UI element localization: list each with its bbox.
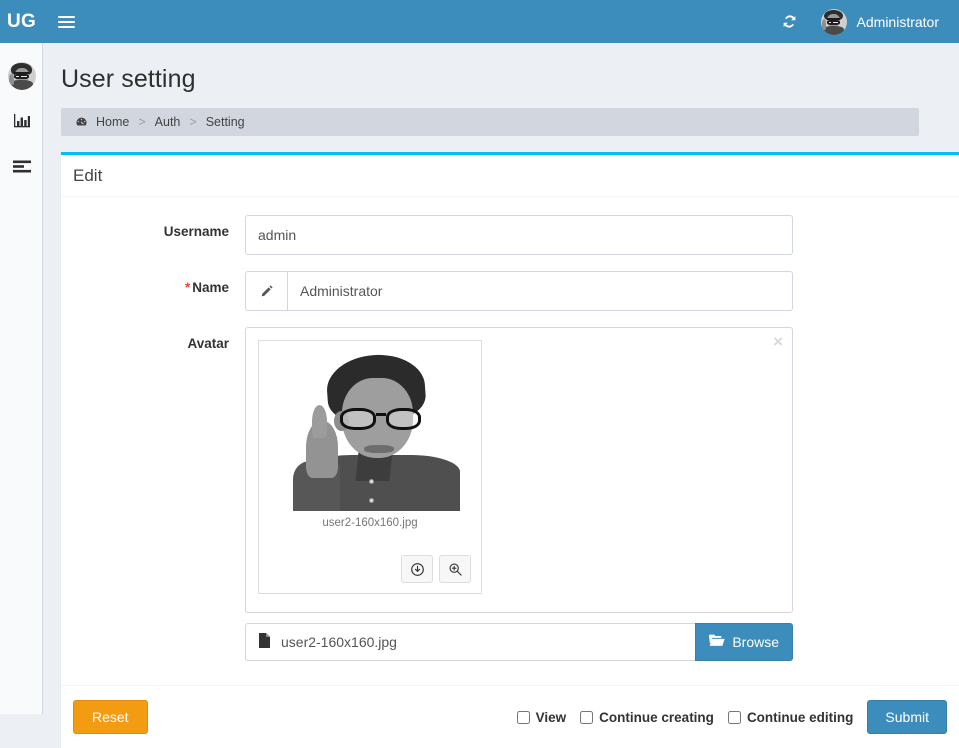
form-group-name: * Name bbox=[73, 271, 947, 311]
submit-button[interactable]: Submit bbox=[867, 700, 947, 734]
name-label: * Name bbox=[73, 271, 245, 295]
name-input-group bbox=[245, 271, 793, 311]
magnifier-plus-icon[interactable] bbox=[439, 555, 471, 583]
footer-actions: View Continue creating Continue editing … bbox=[516, 700, 947, 734]
pencil-icon bbox=[245, 271, 287, 311]
username-input[interactable] bbox=[245, 215, 793, 255]
menu-toggle-button[interactable] bbox=[43, 0, 89, 43]
username-label: Username bbox=[163, 224, 229, 239]
checkbox-view-label: View bbox=[535, 709, 567, 725]
edit-box-footer: Reset View Continue creating Continue ed… bbox=[61, 685, 959, 748]
bar-chart-icon bbox=[13, 112, 31, 133]
sidebar-item-profile[interactable] bbox=[0, 43, 43, 99]
breadcrumb-separator: > bbox=[138, 115, 146, 129]
checkbox-continue-editing[interactable]: Continue editing bbox=[727, 709, 854, 725]
edit-box-title: Edit bbox=[73, 165, 103, 185]
top-header-bar: UG Administrator bbox=[0, 0, 959, 43]
close-icon[interactable]: × bbox=[773, 333, 783, 350]
avatar-file-name: user2-160x160.jpg bbox=[281, 634, 397, 650]
reset-button[interactable]: Reset bbox=[73, 700, 148, 734]
user-avatar-icon bbox=[7, 62, 36, 90]
name-field-wrap bbox=[245, 271, 793, 311]
avatar-image bbox=[263, 345, 477, 511]
checkbox-continue-editing-input[interactable] bbox=[727, 710, 741, 724]
checkbox-continue-creating-label: Continue creating bbox=[599, 709, 714, 725]
avatar-file-field[interactable]: user2-160x160.jpg bbox=[245, 623, 696, 661]
breadcrumb: Home > Auth > Setting bbox=[61, 108, 919, 136]
top-header-right: Administrator bbox=[773, 0, 959, 43]
browse-button-label: Browse bbox=[732, 634, 779, 650]
form-group-avatar: Avatar × user2-160x160.jpg user2-160x160… bbox=[73, 327, 947, 661]
page-title: User setting bbox=[61, 65, 196, 93]
edit-box: Edit Username *Name bbox=[61, 152, 959, 748]
checkbox-continue-creating-input[interactable] bbox=[580, 710, 594, 724]
main-content: User setting Home > Auth > Setting Edit … bbox=[43, 43, 959, 748]
sidebar-item-statistics[interactable] bbox=[0, 99, 43, 145]
download-circle-icon[interactable] bbox=[401, 555, 433, 583]
name-label-text: Name bbox=[192, 280, 229, 295]
checkbox-continue-creating[interactable]: Continue creating bbox=[580, 710, 714, 725]
list-align-icon bbox=[12, 160, 31, 177]
required-marker: * bbox=[184, 280, 191, 295]
avatar-label: Avatar bbox=[187, 336, 229, 351]
avatar-thumbnail: user2-160x160.jpg bbox=[258, 340, 482, 594]
breadcrumb-item-auth[interactable]: Auth bbox=[155, 115, 181, 129]
breadcrumb-item-setting: Setting bbox=[205, 115, 245, 129]
brand-logo[interactable]: UG bbox=[0, 0, 43, 43]
checkbox-continue-editing-label: Continue editing bbox=[746, 709, 854, 725]
hamburger-icon bbox=[57, 13, 75, 31]
avatar-file-caption: user2-160x160.jpg bbox=[322, 517, 418, 529]
user-menu[interactable]: Administrator bbox=[807, 0, 943, 43]
checkbox-view[interactable]: View bbox=[516, 709, 567, 725]
edit-box-body: Username *Name bbox=[61, 197, 959, 685]
sync-icon[interactable] bbox=[773, 0, 807, 43]
sidebar-item-list[interactable] bbox=[0, 145, 43, 191]
form-group-username: Username bbox=[73, 215, 947, 255]
dashboard-icon bbox=[75, 116, 88, 129]
left-sidebar bbox=[0, 43, 43, 714]
user-name-label: Administrator bbox=[856, 13, 939, 30]
breadcrumb-separator: > bbox=[189, 115, 197, 129]
checkbox-view-input[interactable] bbox=[516, 710, 530, 724]
file-icon bbox=[258, 633, 271, 651]
avatar-file-input-row: user2-160x160.jpg Browse bbox=[245, 623, 793, 661]
name-input[interactable] bbox=[287, 271, 793, 311]
folder-open-icon bbox=[709, 634, 725, 650]
browse-button[interactable]: Browse bbox=[695, 623, 793, 661]
username-field-wrap bbox=[245, 215, 793, 255]
edit-box-header: Edit bbox=[61, 155, 959, 197]
breadcrumb-item-home[interactable]: Home bbox=[96, 115, 129, 129]
avatar bbox=[820, 8, 847, 35]
avatar-field-wrap: × user2-160x160.jpg user2-160x160.jpg Br… bbox=[245, 327, 793, 661]
avatar-thumbnail-actions bbox=[263, 555, 477, 589]
avatar-preview-area: × user2-160x160.jpg bbox=[245, 327, 793, 613]
